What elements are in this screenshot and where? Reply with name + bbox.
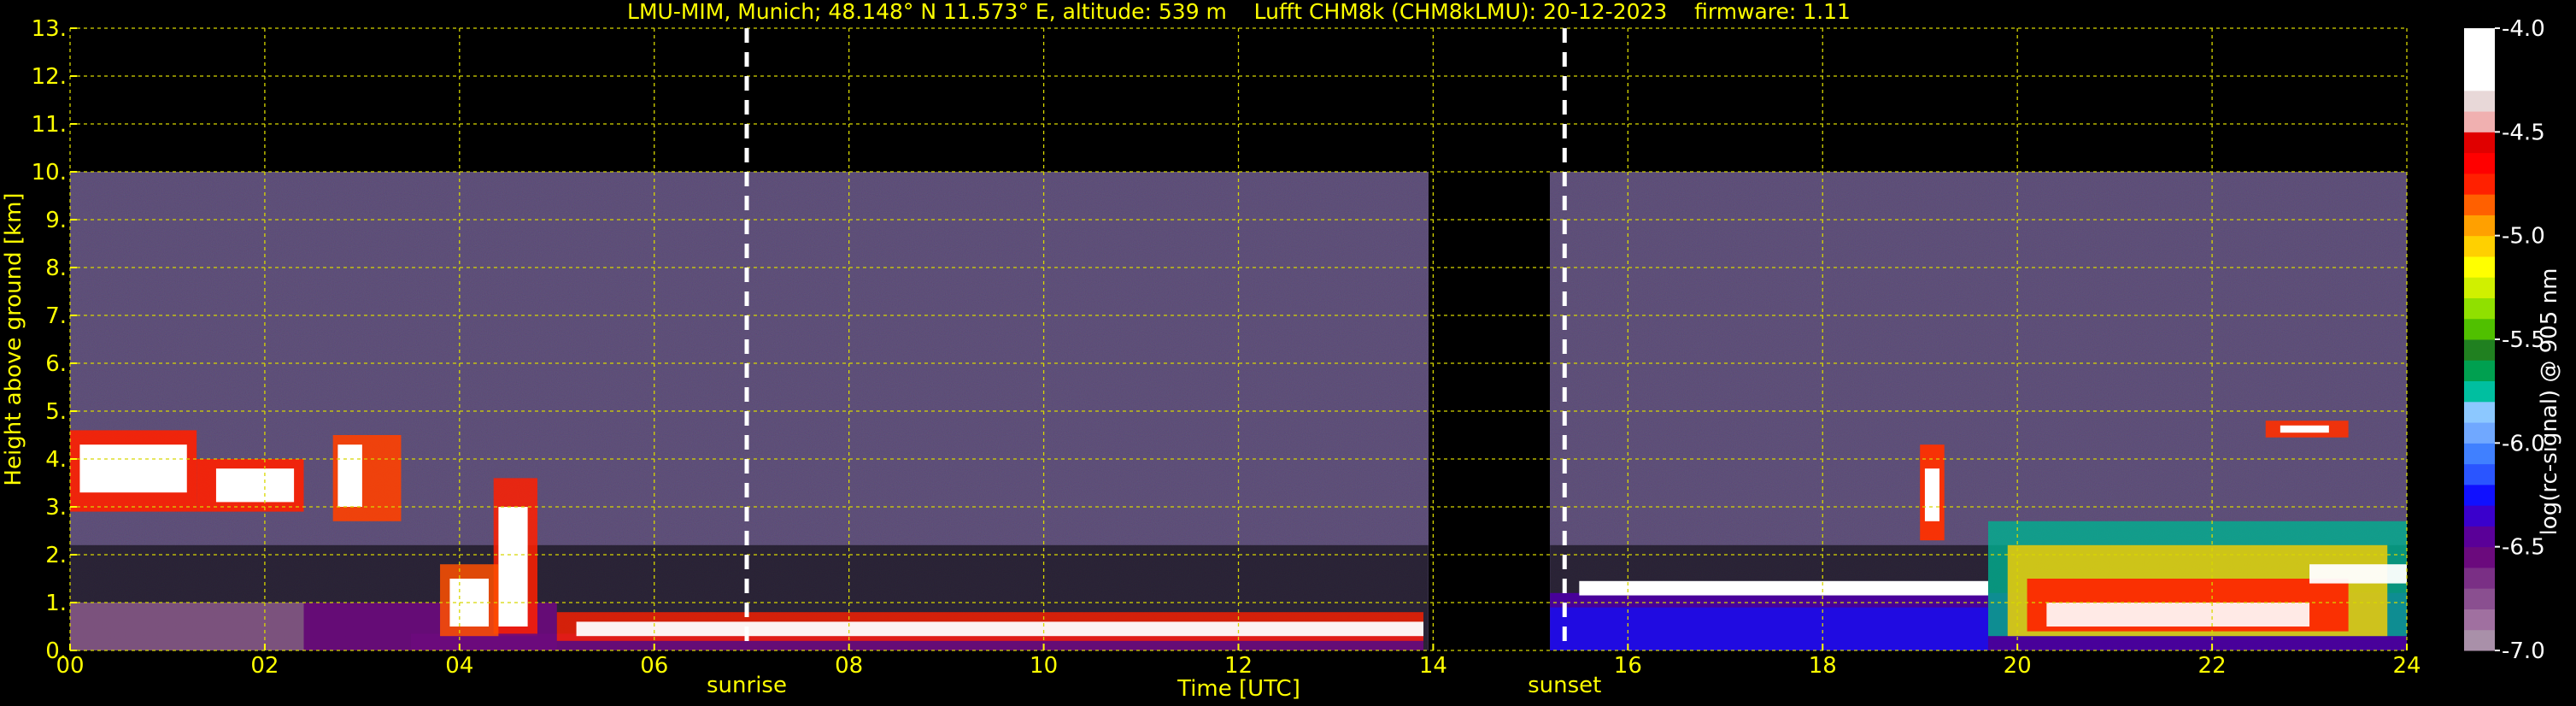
x-tick-label: 16 xyxy=(1614,653,1642,679)
colorbar-label: log(rc-signal) @ 905 nm xyxy=(2537,268,2562,536)
boundary-layer-core xyxy=(576,621,1424,637)
y-tick-label: 8. xyxy=(45,256,67,281)
colorbar-cell xyxy=(2464,443,2495,465)
x-axis-label: Time [UTC] xyxy=(1177,676,1300,702)
colorbar-cell xyxy=(2464,360,2495,382)
colorbar-cell xyxy=(2464,505,2495,527)
colorbar-cell xyxy=(2464,277,2495,298)
colorbar-cell xyxy=(2464,401,2495,423)
cloud-core xyxy=(79,444,187,493)
x-tick-label: 14 xyxy=(1419,653,1447,679)
x-tick-label: 06 xyxy=(640,653,668,679)
x-tick-label: 02 xyxy=(250,653,279,679)
colorbar-cell xyxy=(2464,609,2495,631)
x-tick-label: 08 xyxy=(835,653,863,679)
boundary-layer-top xyxy=(1579,580,1988,596)
colorbar-cell xyxy=(2464,235,2495,257)
colorbar-cell xyxy=(2464,111,2495,132)
colorbar-cell xyxy=(2464,194,2495,215)
colorbar-cell xyxy=(2464,49,2495,71)
x-tick-label: 22 xyxy=(2198,653,2227,679)
colorbar-cell xyxy=(2464,380,2495,403)
aerosol-layer xyxy=(1550,607,1988,650)
y-tick-label: 11. xyxy=(32,112,67,138)
y-tick-label: 5. xyxy=(45,399,67,425)
y-tick-label: 13. xyxy=(32,16,67,42)
cloud-core xyxy=(337,444,362,507)
cloud-core xyxy=(2309,564,2407,584)
colorbar-cell xyxy=(2464,567,2495,589)
colorbar-cell xyxy=(2464,215,2495,237)
colorbar-tick-label: -5.0 xyxy=(2502,224,2545,250)
colorbar-cell xyxy=(2464,152,2495,174)
y-tick-label: 1. xyxy=(45,591,67,616)
y-tick-label: 0. xyxy=(45,638,67,664)
x-tick-label: 20 xyxy=(2004,653,2032,679)
x-tick-label: 10 xyxy=(1030,653,1058,679)
cloud-core xyxy=(215,468,295,503)
sunset-label: sunset xyxy=(1528,673,1601,698)
sunrise-label: sunrise xyxy=(707,673,787,698)
x-tick-label: 12 xyxy=(1224,653,1253,679)
x-tick-label: 04 xyxy=(445,653,473,679)
y-tick-label: 7. xyxy=(45,303,67,329)
colorbar-cell xyxy=(2464,297,2495,320)
y-axis-label: Height above ground [km] xyxy=(1,192,26,485)
colorbar-cell xyxy=(2464,173,2495,195)
colorbar-tick-label: -4.0 xyxy=(2502,16,2545,42)
ceilometer-chart: sunrise sunset 00 02 04 06 08 10 12 14 16 18 20 22 24… xyxy=(1,0,2562,702)
y-tick-label: 2. xyxy=(45,543,67,568)
colorbar-cell xyxy=(2464,629,2495,651)
colorbar-cell xyxy=(2464,588,2495,609)
colorbar-tick-label: -7.0 xyxy=(2502,638,2545,664)
chart-title: LMU-MIM, Munich; 48.148° N 11.573° E, al… xyxy=(627,0,1851,24)
colorbar-cell xyxy=(2464,339,2495,361)
colorbar-cell xyxy=(2464,256,2495,278)
colorbar-cell xyxy=(2464,69,2495,91)
y-tick-label: 3. xyxy=(45,495,67,521)
y-tick-label: 6. xyxy=(45,351,67,377)
colorbar-cell xyxy=(2464,90,2495,112)
y-tick-label: 12. xyxy=(32,64,67,90)
cloud-core xyxy=(2280,425,2329,433)
colorbar-cell xyxy=(2464,318,2495,340)
colorbar-tick-label: -4.5 xyxy=(2502,120,2545,145)
colorbar-cell xyxy=(2464,484,2495,506)
y-tick-label: 4. xyxy=(45,447,67,473)
colorbar-tick-label: -6.5 xyxy=(2502,535,2545,561)
x-tick-label: 18 xyxy=(1809,653,1837,679)
aerosol-layer xyxy=(70,603,304,650)
cloud-core xyxy=(1924,468,1939,521)
colorbar-cell xyxy=(2464,132,2495,154)
colorbar-cell xyxy=(2464,526,2495,548)
y-tick-label: 9. xyxy=(45,208,67,233)
x-tick-label: 24 xyxy=(2392,653,2421,679)
y-tick-label: 10. xyxy=(32,160,67,185)
colorbar: -4.0-4.5-5.0-5.5-6.0-6.5-7.0 xyxy=(2464,16,2545,664)
cloud-core xyxy=(2046,603,2310,627)
colorbar-cell xyxy=(2464,28,2495,50)
colorbar-cell xyxy=(2464,463,2495,485)
cloud-core xyxy=(498,507,528,627)
colorbar-cell xyxy=(2464,422,2495,444)
colorbar-cell xyxy=(2464,546,2495,568)
